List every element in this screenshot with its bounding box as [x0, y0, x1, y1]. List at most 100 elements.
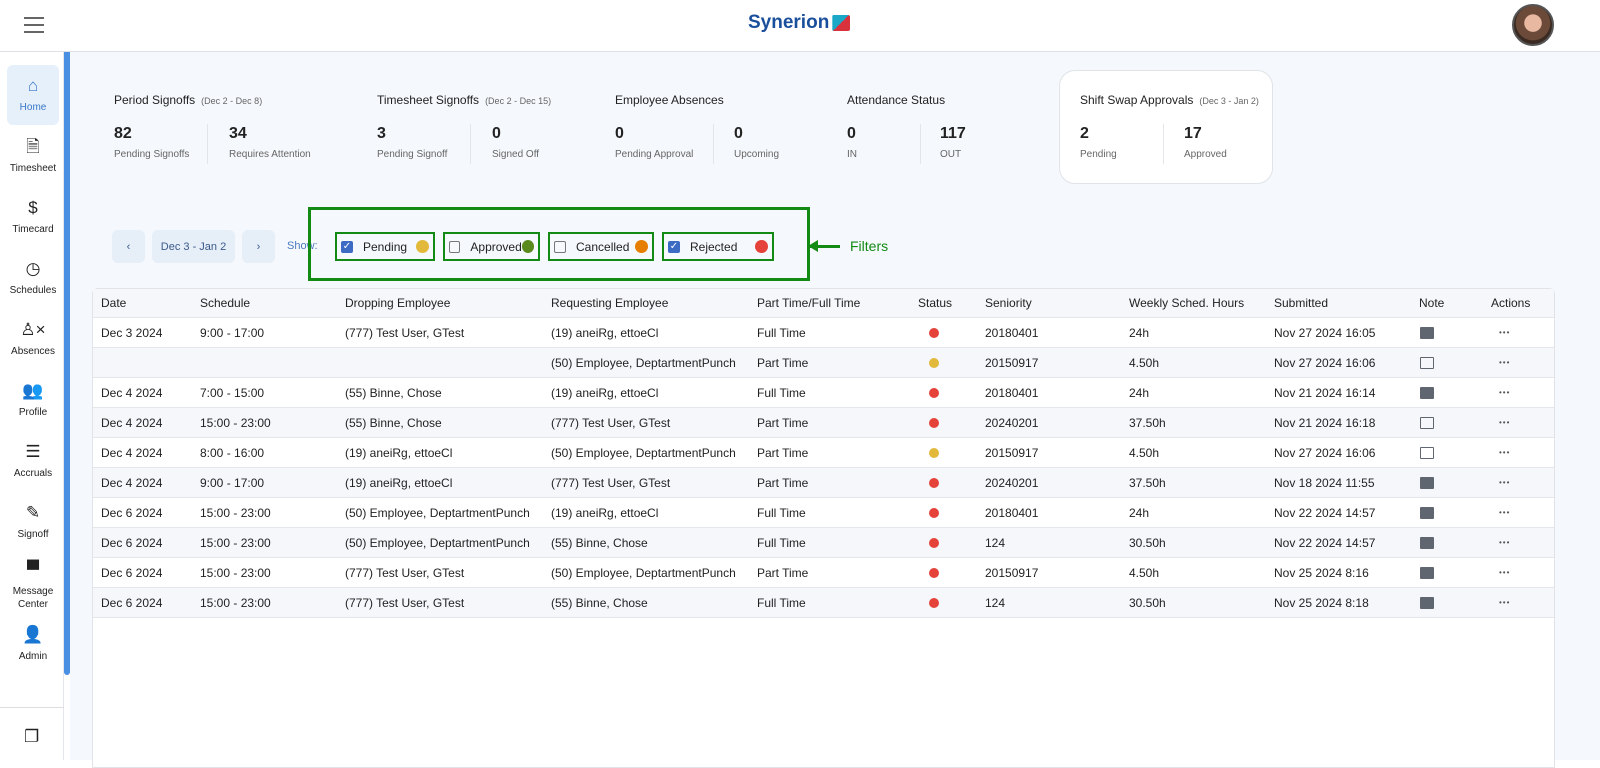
cell-date: Dec 4 2024 [101, 415, 163, 430]
more-actions-icon[interactable]: ••• [1499, 388, 1510, 397]
cell-actions: ••• [1499, 498, 1510, 527]
table-row[interactable]: Dec 6 2024 15:00 - 23:00 (777) Test User, … [93, 588, 1554, 618]
more-actions-icon[interactable]: ••• [1499, 418, 1510, 427]
stat-value[interactable]: 17 [1184, 125, 1202, 143]
cell-date: Dec 4 2024 [101, 385, 163, 400]
stat-value[interactable]: 82 [114, 125, 132, 143]
column-header[interactable]: Dropping Employee [345, 289, 450, 317]
status-dot-icon [929, 447, 939, 458]
filter-cancelled[interactable]: Cancelled [548, 232, 654, 261]
table-row[interactable]: Dec 4 2024 7:00 - 15:00 (55) Binne, Chose (… [93, 378, 1554, 408]
sidebar-item-timesheet[interactable]: 🗎 Timesheet [7, 126, 59, 186]
table-row[interactable]: Dec 4 2024 9:00 - 17:00 (19) aneiRg, ettoe… [93, 468, 1554, 498]
more-actions-icon[interactable]: ••• [1499, 328, 1510, 337]
more-actions-icon[interactable]: ••• [1499, 358, 1510, 367]
prev-range-button[interactable]: ‹ [112, 230, 145, 263]
stat-label: IN [847, 149, 857, 160]
stat-title-text: Timesheet Signoffs [377, 93, 480, 107]
shift-swap-card[interactable] [1059, 70, 1273, 184]
more-actions-icon[interactable]: ••• [1499, 508, 1510, 517]
note-empty-icon[interactable] [1420, 446, 1434, 459]
copy-icon[interactable]: ❐ [24, 727, 39, 747]
column-header[interactable]: Submitted [1274, 289, 1328, 317]
stat-value[interactable]: 117 [940, 125, 966, 143]
stat-value[interactable]: 3 [377, 125, 386, 143]
date-range-button[interactable]: Dec 3 - Jan 2 [152, 230, 235, 263]
column-header[interactable]: Note [1419, 289, 1444, 317]
cell-submitted: Nov 22 2024 14:57 [1274, 535, 1376, 550]
sidebar-item-absences[interactable]: ♙× Absences [7, 309, 59, 369]
column-header[interactable]: Schedule [200, 289, 250, 317]
filter-pending[interactable]: ✓ Pending [335, 232, 435, 261]
filter-label: Pending [363, 239, 408, 254]
sidebar-item-signoff[interactable]: ✎ Signoff [7, 492, 59, 552]
checkbox[interactable]: ✓ [341, 240, 353, 253]
cell-hours: 24h [1129, 385, 1150, 400]
column-header[interactable]: Weekly Sched. Hours [1129, 289, 1244, 317]
stat-range: (Dec 2 - Dec 8) [201, 96, 263, 106]
cell-note [1420, 438, 1434, 467]
column-header[interactable]: Part Time/Full Time [757, 289, 860, 317]
more-actions-icon[interactable]: ••• [1499, 598, 1510, 607]
checkbox[interactable] [554, 240, 566, 253]
more-actions-icon[interactable]: ••• [1499, 448, 1510, 457]
note-filled-icon[interactable] [1420, 326, 1434, 339]
user-avatar[interactable] [1512, 4, 1554, 46]
table-row[interactable]: Dec 6 2024 15:00 - 23:00 (777) Test User, … [93, 558, 1554, 588]
column-header[interactable]: Requesting Employee [551, 289, 668, 317]
divider [207, 124, 208, 164]
note-filled-icon[interactable] [1420, 506, 1434, 519]
hamburger-menu-icon[interactable] [24, 17, 44, 33]
cell-dropping: (55) Binne, Chose [345, 415, 442, 430]
stat-value[interactable]: 0 [734, 125, 743, 143]
note-empty-icon[interactable] [1420, 356, 1434, 369]
sidebar-item-accruals[interactable]: ☰ Accruals [7, 431, 59, 491]
stat-value[interactable]: 0 [615, 125, 624, 143]
note-filled-icon[interactable] [1420, 386, 1434, 399]
filter-rejected[interactable]: ✓ Rejected [662, 232, 774, 261]
sidebar-item-label: Schedules [9, 284, 57, 296]
cell-schedule: 15:00 - 23:00 [200, 565, 271, 580]
stat-value[interactable]: 34 [229, 125, 247, 143]
checkbox[interactable]: ✓ [668, 240, 680, 253]
stat-title: Period Signoffs (Dec 2 - Dec 8) [114, 93, 262, 107]
sidebar-item-admin[interactable]: 👤 Admin [7, 614, 59, 674]
stat-value[interactable]: 0 [492, 125, 501, 143]
stat-label: Pending [1080, 149, 1117, 160]
stat-value[interactable]: 2 [1080, 125, 1089, 143]
table-row[interactable]: Dec 6 2024 15:00 - 23:00 (50) Employee, De… [93, 498, 1554, 528]
table-row[interactable]: Dec 6 2024 15:00 - 23:00 (50) Employee, De… [93, 528, 1554, 558]
more-actions-icon[interactable]: ••• [1499, 568, 1510, 577]
note-filled-icon[interactable] [1420, 596, 1434, 609]
sidebar-item-message-center[interactable]: ▀ Message Center [7, 553, 59, 619]
sidebar-item-label: Message Center [12, 586, 54, 610]
home-icon: ⌂ [27, 75, 39, 95]
stat-value[interactable]: 0 [847, 125, 856, 143]
column-header[interactable]: Status [918, 289, 952, 317]
note-filled-icon[interactable] [1420, 566, 1434, 579]
column-header[interactable]: Date [101, 289, 126, 317]
note-empty-icon[interactable] [1420, 416, 1434, 429]
status-dot-icon [929, 327, 939, 338]
note-filled-icon[interactable] [1420, 476, 1434, 489]
filter-approved[interactable]: Approved [443, 232, 540, 261]
sidebar-item-home[interactable]: ⌂ Home [7, 65, 59, 125]
column-header[interactable]: Actions [1491, 289, 1530, 317]
next-range-button[interactable]: › [242, 230, 275, 263]
note-filled-icon[interactable] [1420, 536, 1434, 549]
sidebar-item-schedules[interactable]: ◷ Schedules [7, 248, 59, 308]
sidebar-item-profile[interactable]: 👥 Profile [7, 370, 59, 430]
more-actions-icon[interactable]: ••• [1499, 538, 1510, 547]
cell-date: Dec 6 2024 [101, 535, 163, 550]
table-row[interactable]: Dec 3 2024 9:00 - 17:00 (777) Test User, G… [93, 318, 1554, 348]
stat-title: Attendance Status [847, 93, 951, 107]
cell-hours: 24h [1129, 505, 1150, 520]
sidebar-item-timecard[interactable]: $ Timecard [7, 187, 59, 247]
column-header[interactable]: Seniority [985, 289, 1032, 317]
checkbox[interactable] [449, 240, 461, 253]
table-row[interactable]: (50) Employee, DeptartmentPunch Part Time… [93, 348, 1554, 378]
table-row[interactable]: Dec 4 2024 15:00 - 23:00 (55) Binne, Chose… [93, 408, 1554, 438]
table-row[interactable]: Dec 4 2024 8:00 - 16:00 (19) aneiRg, ettoe… [93, 438, 1554, 468]
more-actions-icon[interactable]: ••• [1499, 478, 1510, 487]
shift-swap-table: Date Schedule Dropping Employee Requesting … [92, 288, 1555, 768]
